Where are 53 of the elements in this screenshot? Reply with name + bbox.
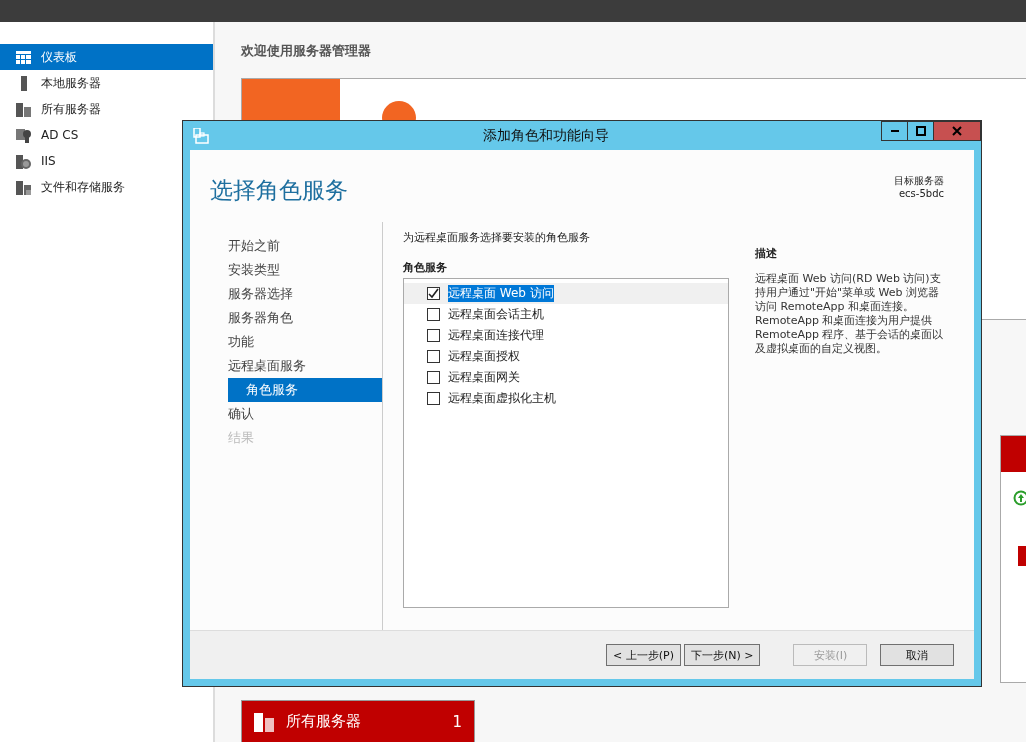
description-heading: 描述 bbox=[755, 246, 778, 262]
window-title: 添加角色和功能向导 bbox=[481, 126, 610, 145]
servers-icon bbox=[16, 101, 31, 117]
page-heading: 选择角色服务 bbox=[210, 176, 348, 205]
checkbox[interactable] bbox=[427, 308, 440, 321]
wizard-button[interactable]: 取消 bbox=[880, 644, 955, 666]
instruction-text: 为远程桌面服务选择要安装的角色服务 bbox=[403, 230, 591, 246]
checkbox[interactable] bbox=[427, 371, 440, 384]
web-server-icon bbox=[16, 153, 31, 169]
target-server-name: ecs-5bdc bbox=[897, 187, 944, 200]
checkbox[interactable] bbox=[427, 287, 440, 300]
dashboard-grid-icon bbox=[16, 49, 31, 65]
wizard-step[interactable]: 开始之前 bbox=[228, 234, 382, 258]
role-service-row[interactable]: 远程桌面虚拟化主机 bbox=[404, 388, 728, 409]
sidebar-item[interactable]: AD CS bbox=[0, 122, 213, 148]
sidebar-item[interactable]: IIS bbox=[0, 148, 213, 174]
role-service-row[interactable]: 远程桌面连接代理 bbox=[404, 325, 728, 346]
wizard-step[interactable]: 功能 bbox=[228, 330, 382, 354]
wizard-step[interactable]: 服务器角色 bbox=[228, 306, 382, 330]
count: 1 bbox=[452, 712, 462, 731]
server-group-tile[interactable]: 所有服务器 1 bbox=[241, 700, 475, 742]
maximize-button[interactable] bbox=[907, 121, 934, 141]
servers-icon bbox=[254, 711, 274, 732]
wizard-step[interactable]: 确认 bbox=[228, 402, 382, 426]
role-service-row[interactable]: 远程桌面 Web 访问 bbox=[404, 283, 728, 304]
list-heading: 角色服务 bbox=[403, 260, 448, 276]
checkbox[interactable] bbox=[427, 392, 440, 405]
close-icon bbox=[952, 126, 962, 136]
wizard-button[interactable]: < 上一步(P) bbox=[606, 644, 681, 666]
section-title: 欢迎使用服务器管理器 bbox=[241, 42, 372, 60]
wizard-app-icon bbox=[193, 127, 209, 144]
certificate-server-icon bbox=[16, 127, 31, 143]
wizard-step[interactable]: 服务器选择 bbox=[228, 282, 382, 306]
wizard-step[interactable]: 安装类型 bbox=[228, 258, 382, 282]
sidebar-item[interactable]: 仪表板 bbox=[0, 44, 213, 70]
minimize-button[interactable] bbox=[881, 121, 908, 141]
file-server-icon bbox=[16, 179, 31, 195]
checkbox[interactable] bbox=[427, 350, 440, 363]
role-service-row[interactable]: 远程桌面会话主机 bbox=[404, 304, 728, 325]
minimize-icon bbox=[890, 130, 899, 132]
sidebar-item[interactable]: 本地服务器 bbox=[0, 70, 213, 96]
check-icon bbox=[428, 288, 439, 299]
sidebar-item[interactable]: 所有服务器 bbox=[0, 96, 213, 122]
target-server-label: 目标服务器 bbox=[894, 174, 944, 187]
wizard-step[interactable]: 远程桌面服务 bbox=[228, 354, 382, 378]
role-service-row[interactable]: 远程桌面授权 bbox=[404, 346, 728, 367]
checkbox[interactable] bbox=[427, 329, 440, 342]
maximize-icon bbox=[915, 126, 926, 136]
wizard-button[interactable]: 下一步(N) > bbox=[683, 644, 761, 666]
role-service-row[interactable]: 远程桌面网关 bbox=[404, 367, 728, 388]
description-text: 远程桌面 Web 访问(RD Web 访问)支持用户通过"开始"菜单或 Web 浏览器访问 RemoteApp 和桌面连接。RemoteApp 和桌面连接为用户提供 RemoteApp 程序、基于会话的桌面以及虚拟桌面的自定义视图。 bbox=[755, 272, 945, 356]
wizard-step[interactable]: 角色服务 bbox=[228, 378, 382, 402]
close-button[interactable] bbox=[933, 121, 981, 141]
